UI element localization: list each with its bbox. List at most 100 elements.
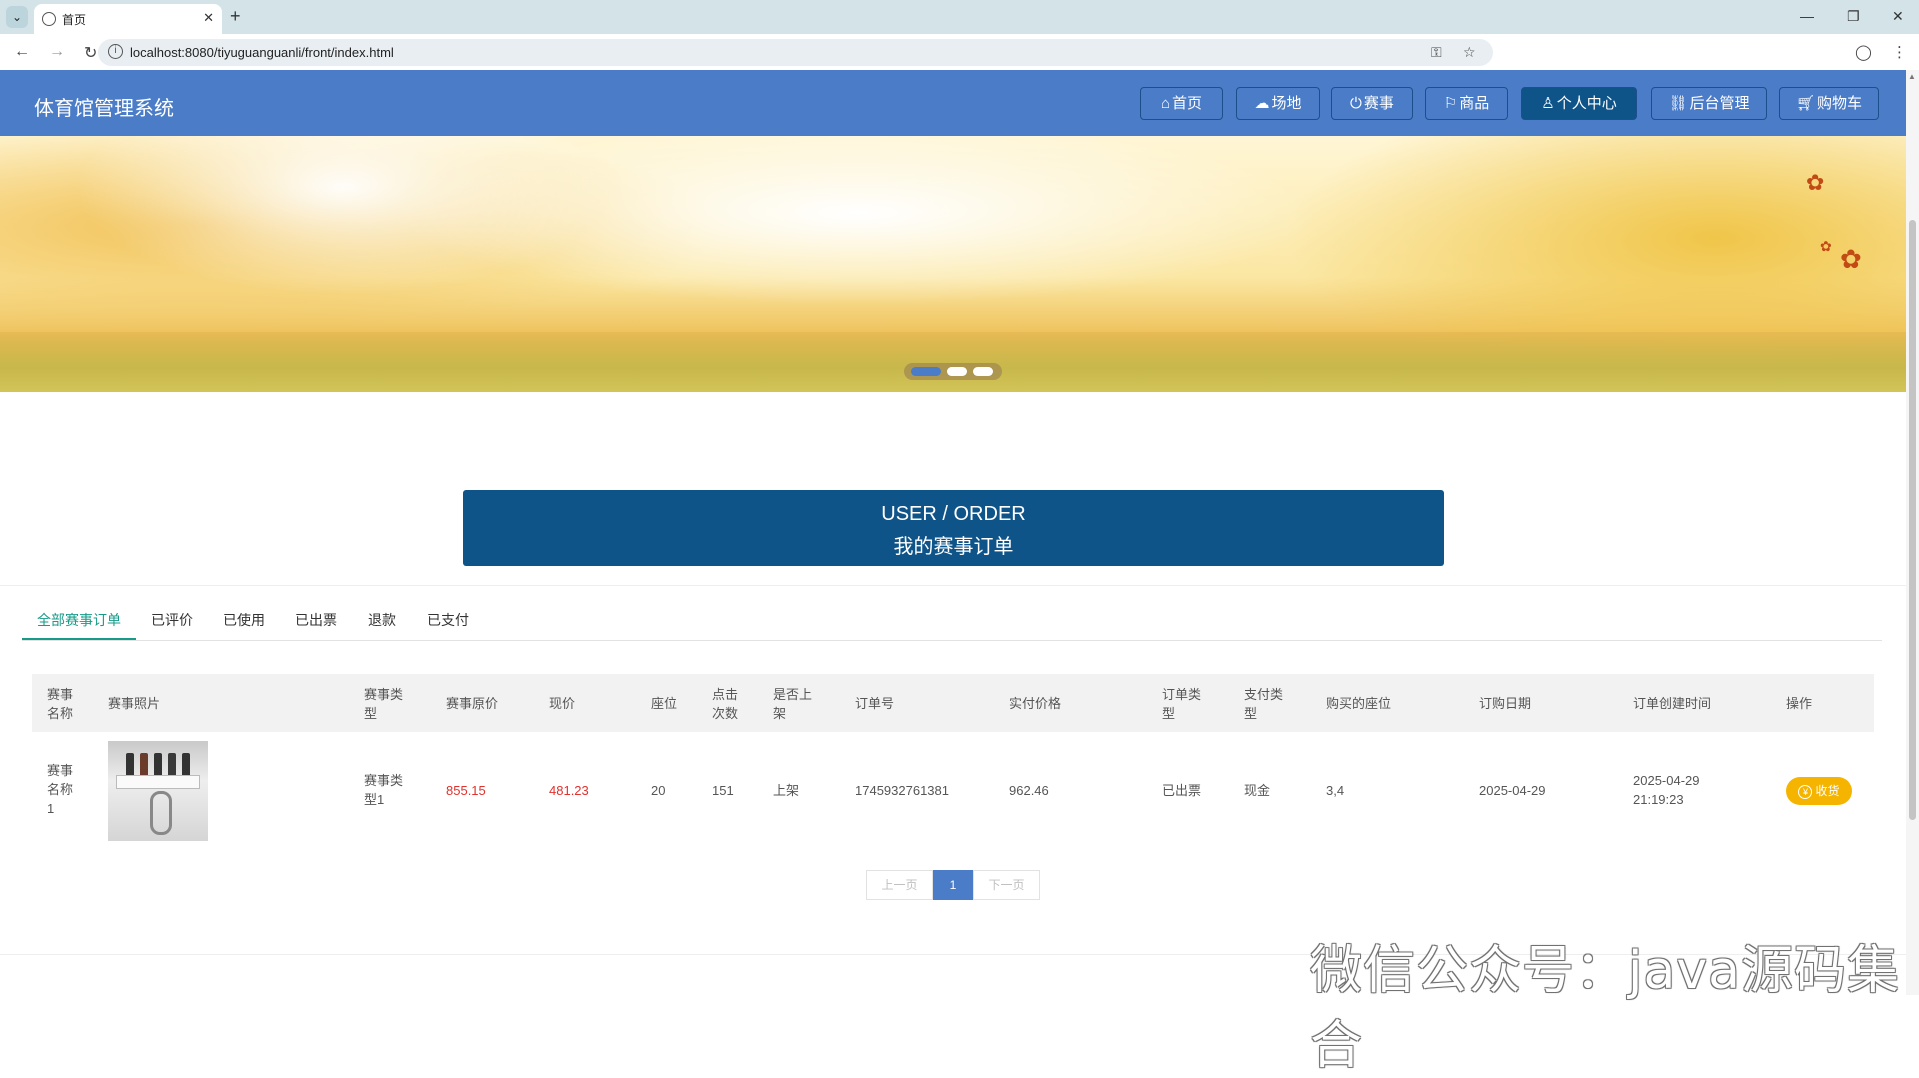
site-title: 体育馆管理系统 <box>34 98 174 120</box>
key-icon[interactable]: ⚿ <box>1431 44 1442 61</box>
tab-all-orders[interactable]: 全部赛事订单 <box>22 604 136 640</box>
home-icon: ⌂ <box>1160 95 1171 112</box>
tab-title: 首页 <box>62 13 87 27</box>
th-bought-seats: 购买的座位 <box>1326 696 1392 711</box>
tab-ticketed[interactable]: 已出票 <box>290 604 342 640</box>
link-icon: ⛓ <box>1668 95 1688 112</box>
cloud-icon: ☁ <box>1254 95 1270 112</box>
minimize-icon[interactable]: — <box>1800 8 1814 24</box>
td-on-shelf: 上架 <box>773 783 800 798</box>
flag-icon: ⚐ <box>1443 95 1458 112</box>
section-title: USER / ORDER 我的赛事订单 <box>463 490 1444 566</box>
th-order-date: 订购日期 <box>1479 696 1532 711</box>
receive-button[interactable]: ¥ 收货 <box>1786 777 1852 805</box>
scroll-thumb[interactable] <box>1909 220 1916 820</box>
nav-label: 首页 <box>1172 95 1203 112</box>
table-header <box>32 674 1874 732</box>
scroll-up-icon[interactable]: ▲ <box>1908 72 1916 81</box>
tab-refund[interactable]: 退款 <box>362 604 402 640</box>
address-bar: ← → ↻ i localhost:8080/tiyuguanguanli/fr… <box>0 34 1919 70</box>
back-icon[interactable]: ← <box>14 43 30 61</box>
nav-label: 商品 <box>1459 95 1490 112</box>
th-photo: 赛事照片 <box>108 696 161 711</box>
th-paid-price: 实付价格 <box>1009 696 1062 711</box>
nav-label: 个人中心 <box>1556 95 1617 112</box>
section-title-en: USER / ORDER <box>881 503 1026 525</box>
watermark: 微信公众号：java源码集合 <box>1310 941 1900 1076</box>
info-icon[interactable]: i <box>108 44 123 59</box>
td-paid-price: 962.46 <box>1009 783 1049 798</box>
cart-icon: 🛒︎ <box>1795 95 1816 112</box>
th-order-no: 订单号 <box>855 696 895 711</box>
url-text[interactable]: localhost:8080/tiyuguanguanli/front/inde… <box>130 45 394 60</box>
carousel-dot[interactable] <box>947 367 967 376</box>
kebab-menu-icon[interactable]: ⋮ <box>1892 43 1907 61</box>
nav-event-button[interactable]: ⏻ 赛事 <box>1331 87 1413 120</box>
nav-cart-button[interactable]: 🛒︎ 购物车 <box>1779 87 1879 120</box>
restore-icon[interactable]: ❐ <box>1847 8 1860 25</box>
td-clicks: 151 <box>712 783 734 798</box>
th-current-price: 现价 <box>549 696 576 711</box>
yen-icon: ¥ <box>1798 785 1813 799</box>
nav-profile-button[interactable]: ♙ 个人中心 <box>1521 87 1637 120</box>
site-header: 体育馆管理系统 ⌂ 首页 ☁ 场地 ⏻ 赛事 ⚐ 商品 ♙ 个人中心 ⛓ 后台管理 🛒︎ 购物… <box>0 70 1906 136</box>
nav-venue-button[interactable]: ☁ 场地 <box>1236 87 1320 120</box>
td-order-date: 2025-04-29 <box>1479 783 1546 798</box>
page-scrollbar[interactable]: ▲ <box>1906 70 1919 995</box>
globe-icon <box>42 12 56 26</box>
hero-banner: ✿ ✿ ✿ <box>0 136 1906 392</box>
tab-reviewed[interactable]: 已评价 <box>146 604 198 640</box>
tab-paid[interactable]: 已支付 <box>422 604 474 640</box>
star-icon[interactable]: ☆ <box>1463 44 1476 61</box>
tab-used[interactable]: 已使用 <box>218 604 270 640</box>
forward-icon[interactable]: → <box>49 43 65 61</box>
th-created-at: 订单创建时间 <box>1633 696 1712 711</box>
close-window-icon[interactable]: ✕ <box>1892 8 1904 25</box>
nav-admin-button[interactable]: ⛓ 后台管理 <box>1651 87 1767 120</box>
section-title-cn: 我的赛事订单 <box>893 536 1014 558</box>
receive-button-label: 收货 <box>1815 784 1840 798</box>
nav-goods-button[interactable]: ⚐ 商品 <box>1425 87 1508 120</box>
prev-page-button[interactable]: 上一页 <box>866 870 933 900</box>
td-order-no: 1745932761381 <box>855 783 949 798</box>
td-name: 赛事 名称 1 <box>47 763 74 816</box>
th-clicks: 点击 次数 <box>712 687 739 721</box>
nav-label: 购物车 <box>1817 95 1863 112</box>
th-type: 赛事类 型 <box>364 687 404 721</box>
td-seats: 20 <box>651 783 666 798</box>
td-created-at: 2025-04-29 21:19:23 <box>1633 773 1700 807</box>
page-1-button[interactable]: 1 <box>933 870 973 900</box>
td-current-price: 481.23 <box>549 783 589 798</box>
profile-icon[interactable]: ◯ <box>1855 43 1872 61</box>
td-bought-seats: 3,4 <box>1326 783 1345 798</box>
browser-tab[interactable]: 首页 ✕ <box>34 4 222 34</box>
close-icon[interactable]: ✕ <box>203 10 214 26</box>
nav-home-button[interactable]: ⌂ 首页 <box>1140 87 1223 120</box>
th-action: 操作 <box>1786 696 1813 711</box>
reload-icon[interactable]: ↻ <box>84 43 97 63</box>
nav-label: 赛事 <box>1363 95 1394 112</box>
th-on-shelf: 是否上 架 <box>773 687 813 721</box>
td-type: 赛事类 型1 <box>364 773 404 807</box>
next-page-button[interactable]: 下一页 <box>973 870 1040 900</box>
td-original-price: 855.15 <box>446 783 486 798</box>
plus-icon[interactable]: + <box>230 6 241 27</box>
td-order-type: 已出票 <box>1162 783 1202 798</box>
event-photo <box>108 741 208 841</box>
th-pay-type: 支付类 型 <box>1244 687 1284 721</box>
th-order-type: 订单类 型 <box>1162 687 1202 721</box>
tab-search-icon[interactable]: ⌄ <box>6 6 28 28</box>
nav-label: 场地 <box>1271 95 1302 112</box>
leaf-icon: ✿ <box>1820 238 1832 254</box>
carousel-dot[interactable] <box>911 367 941 376</box>
banner-ground <box>0 332 1906 392</box>
th-original-price: 赛事原价 <box>446 696 499 711</box>
carousel-dot[interactable] <box>973 367 993 376</box>
order-tabs: 全部赛事订单 已评价 已使用 已出票 退款 已支付 <box>22 604 1882 641</box>
power-icon: ⏻ <box>1350 95 1362 112</box>
browser-tab-strip: ⌄ 首页 ✕ + — ❐ ✕ <box>0 0 1919 34</box>
carousel-indicators <box>904 363 1002 380</box>
th-seats: 座位 <box>651 696 678 711</box>
url-omnibox[interactable]: i localhost:8080/tiyuguanguanli/front/in… <box>98 39 1493 66</box>
leaf-icon: ✿ <box>1840 244 1862 274</box>
